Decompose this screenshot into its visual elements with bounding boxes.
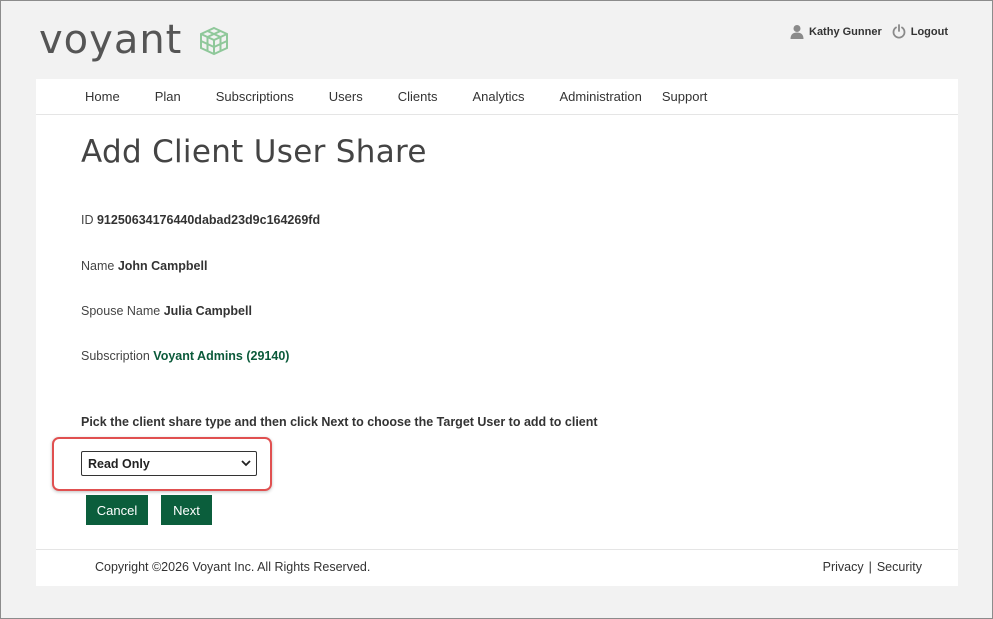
chevron-down-icon [241, 460, 251, 467]
next-button[interactable]: Next [161, 495, 212, 525]
user-area: Kathy Gunner Logout [790, 24, 948, 39]
share-type-select[interactable]: Read Only [81, 451, 257, 476]
cancel-button[interactable]: Cancel [86, 495, 148, 525]
share-instruction: Pick the client share type and then clic… [81, 415, 598, 429]
nav-home[interactable]: Home [85, 89, 120, 104]
page-title: Add Client User Share [81, 134, 427, 170]
spouse-name-row: Spouse Name Julia Campbell [81, 304, 252, 318]
client-id-row: ID 91250634176440dabad23d9c164269fd [81, 213, 320, 227]
footer: Copyright ©2026 Voyant Inc. All Rights R… [36, 549, 958, 586]
nav-administration[interactable]: Administration [560, 89, 642, 104]
nav-subscriptions[interactable]: Subscriptions [216, 89, 294, 104]
footer-separator: | [868, 560, 872, 574]
copyright-text: Copyright ©2026 Voyant Inc. All Rights R… [95, 560, 371, 574]
subscription-row: Subscription Voyant Admins (29140) [81, 349, 289, 363]
voyant-logo[interactable]: voyant [39, 15, 230, 65]
privacy-link[interactable]: Privacy [823, 560, 864, 574]
subscription-label: Subscription [81, 349, 150, 363]
logout-label: Logout [910, 25, 948, 38]
logout-link[interactable]: Logout [892, 24, 948, 39]
nav-analytics[interactable]: Analytics [472, 89, 524, 104]
id-value: 91250634176440dabad23d9c164269fd [96, 213, 321, 227]
spouse-label: Spouse Name [81, 304, 161, 318]
cube-logo-icon [200, 26, 229, 56]
name-label: Name [81, 259, 115, 273]
name-value: John Campbell [117, 259, 208, 273]
footer-links: Privacy | Security [823, 560, 922, 574]
logo-text: voyant [39, 17, 183, 63]
nav-users[interactable]: Users [329, 89, 363, 104]
main-nav: Home Plan Subscriptions Users Clients An… [36, 79, 958, 115]
nav-support[interactable]: Support [662, 89, 708, 104]
nav-plan[interactable]: Plan [155, 89, 181, 104]
user-icon [790, 25, 804, 39]
security-link[interactable]: Security [877, 560, 922, 574]
client-name-row: Name John Campbell [81, 259, 207, 273]
user-name[interactable]: Kathy Gunner [809, 26, 882, 38]
subscription-link[interactable]: Voyant Admins (29140) [153, 349, 289, 363]
power-icon [892, 24, 906, 39]
nav-clients[interactable]: Clients [398, 89, 438, 104]
id-label: ID [81, 213, 94, 227]
share-type-selected: Read Only [88, 456, 150, 471]
main-card: Home Plan Subscriptions Users Clients An… [36, 79, 958, 586]
spouse-value: Julia Campbell [163, 304, 252, 318]
